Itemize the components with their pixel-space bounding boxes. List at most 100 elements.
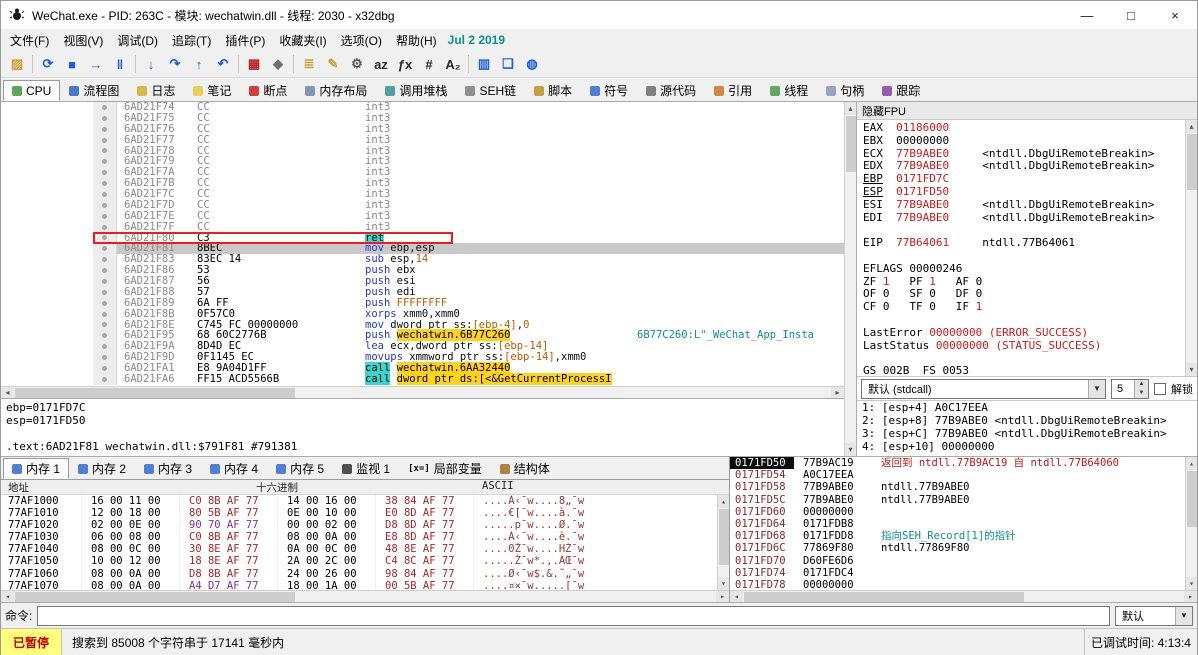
disasm-row[interactable]: 6AD21F7ECCint3: [1, 211, 844, 222]
maximize-button[interactable]: □: [1109, 1, 1153, 29]
menu-item[interactable]: 调试(D): [110, 29, 165, 52]
breakpoint-gutter[interactable]: [93, 374, 117, 385]
disasm-vscrollbar[interactable]: ▴ ▾: [844, 102, 856, 456]
scroll-down-icon[interactable]: ▾: [1186, 577, 1198, 590]
calling-convention-select[interactable]: 默认 (stdcall) ▼: [861, 379, 1106, 399]
scroll-down-icon[interactable]: ▾: [845, 443, 857, 456]
scroll-down-icon[interactable]: ▾: [718, 577, 730, 590]
hide-fpu-button[interactable]: 隐藏FPU: [857, 102, 1197, 120]
stack-row[interactable]: 0171FD5877B9ABE0ntdll.77B9ABE0: [730, 481, 1185, 493]
scroll-left-icon[interactable]: ◂: [1, 387, 14, 399]
register-line[interactable]: GS 002B FS 0053: [863, 365, 1185, 376]
chevron-down-icon[interactable]: ▼: [1175, 607, 1192, 625]
breakpoint-gutter[interactable]: [93, 156, 117, 167]
pause-icon[interactable]: ‖: [108, 53, 132, 75]
scroll-thumb[interactable]: [15, 592, 295, 602]
tab-call-stack[interactable]: 调用堆栈: [376, 80, 456, 101]
tab-handles[interactable]: 句柄: [817, 80, 873, 101]
breakpoint-gutter[interactable]: [93, 167, 117, 178]
breakpoint-gutter[interactable]: [93, 178, 117, 189]
tab-trace[interactable]: 跟踪: [873, 80, 929, 101]
disasm-row[interactable]: 6AD21F77CCint3: [1, 135, 844, 146]
tab-dump-2[interactable]: 内存 2: [69, 458, 135, 479]
register-line[interactable]: EDI 77B9ABE0 <ntdll.DbgUiRemoteBreakin>: [863, 212, 1185, 225]
breakpoint-gutter[interactable]: [93, 233, 117, 244]
spin-down-icon[interactable]: ▼: [1135, 389, 1148, 398]
dump-row[interactable]: 77AF104008 00 0C 0030 8E AF 770A 00 0C 0…: [1, 543, 717, 555]
scroll-thumb[interactable]: [744, 592, 1024, 602]
breakpoint-gutter[interactable]: [93, 211, 117, 222]
breakpoint-gutter[interactable]: [93, 113, 117, 124]
menu-item[interactable]: 视图(V): [56, 29, 110, 52]
disassembly-view[interactable]: 6AD21F74CCint36AD21F75CCint36AD21F76CCin…: [1, 102, 844, 386]
restart-icon[interactable]: ⟳: [36, 53, 60, 75]
tab-symbols[interactable]: 符号: [581, 80, 637, 101]
settings-gear-icon[interactable]: ⚙: [345, 53, 369, 75]
breakpoint-gutter[interactable]: [93, 265, 117, 276]
breakpoint-gutter[interactable]: [93, 102, 117, 113]
tab-notes[interactable]: 笔记: [184, 80, 240, 101]
breakpoint-gutter[interactable]: [93, 287, 117, 298]
stack-row[interactable]: 0171FD740171FDC4: [730, 567, 1185, 579]
dump-row[interactable]: 77AF101012 00 18 0080 5B AF 770E 00 10 0…: [1, 507, 717, 519]
trace-record-icon[interactable]: ◆: [266, 53, 290, 75]
dump-row[interactable]: 77AF105010 00 12 0018 8E AF 772A 00 2C 0…: [1, 555, 717, 567]
step-over-icon[interactable]: ↷: [163, 53, 187, 75]
font-icon[interactable]: A₂: [441, 53, 465, 75]
breakpoint-gutter[interactable]: [93, 146, 117, 157]
dump-row[interactable]: 77AF102002 00 0E 0090 70 AF 7700 00 02 0…: [1, 519, 717, 531]
scroll-thumb[interactable]: [1187, 471, 1197, 527]
breakpoint-gutter[interactable]: [93, 189, 117, 200]
tab-graph[interactable]: 流程图: [60, 80, 128, 101]
scroll-left-icon[interactable]: ◂: [1, 591, 14, 603]
tab-dump-5[interactable]: 内存 5: [267, 458, 333, 479]
tab-source[interactable]: 源代码: [637, 80, 705, 101]
scroll-down-icon[interactable]: ▾: [1186, 363, 1198, 376]
scroll-up-icon[interactable]: ▴: [1186, 457, 1198, 470]
spin-up-icon[interactable]: ▲: [1135, 380, 1148, 389]
scroll-left-icon[interactable]: ◂: [730, 591, 743, 603]
breakpoint-gutter[interactable]: [93, 222, 117, 233]
menu-item[interactable]: 帮助(H): [389, 29, 444, 52]
script-az-icon[interactable]: az: [369, 53, 393, 75]
stack-row[interactable]: 0171FD70D60FE6D6: [730, 555, 1185, 567]
call-arguments-view[interactable]: 1: [esp+4] A0C17EEA2: [esp+8] 77B9ABE0 <…: [857, 400, 1197, 456]
scroll-up-icon[interactable]: ▴: [845, 102, 857, 115]
argument-depth-stepper[interactable]: 5 ▲ ▼: [1111, 379, 1149, 399]
stack-row[interactable]: 0171FD6000000000: [730, 506, 1185, 518]
argument-line[interactable]: 2: [esp+8] 77B9ABE0 <ntdll.DbgUiRemoteBr…: [862, 415, 1197, 428]
step-back-icon[interactable]: ↶: [211, 53, 235, 75]
tab-script[interactable]: 脚本: [525, 80, 581, 101]
dump-row[interactable]: 77AF100016 00 11 00C0 8B AF 7714 00 16 0…: [1, 495, 717, 507]
dump-hscrollbar[interactable]: ◂ ▸: [1, 590, 729, 602]
breakpoint-gutter[interactable]: [93, 243, 117, 254]
scroll-thumb[interactable]: [719, 509, 729, 565]
register-line[interactable]: LastStatus 00000000 (STATUS_SUCCESS): [863, 340, 1185, 353]
stack-row[interactable]: 0171FD5077B9AC19返回到 ntdll.77B9AC19 自 ntd…: [730, 457, 1185, 469]
chevron-down-icon[interactable]: ▼: [1088, 380, 1105, 398]
step-into-icon[interactable]: ↓: [139, 53, 163, 75]
stop-icon[interactable]: ■: [60, 53, 84, 75]
stack-row[interactable]: 0171FD7800000000: [730, 579, 1185, 590]
close-button[interactable]: ×: [1153, 1, 1197, 29]
execute-till-return-icon[interactable]: ↑: [187, 53, 211, 75]
breakpoint-gutter[interactable]: [93, 309, 117, 320]
breakpoint-gutter[interactable]: [93, 320, 117, 331]
tab-breakpoints[interactable]: 断点: [240, 80, 296, 101]
breakpoint-gutter[interactable]: [93, 124, 117, 135]
notes-icon[interactable]: ✎: [321, 53, 345, 75]
window-icon[interactable]: ❏: [496, 53, 520, 75]
menu-item[interactable]: 追踪(T): [165, 29, 218, 52]
dump-row[interactable]: 77AF106008 00 0A 00D8 8B AF 7724 00 26 0…: [1, 568, 717, 580]
search-globe-icon[interactable]: ◍: [520, 53, 544, 75]
argument-line[interactable]: 4: [esp+10] 00000000: [862, 441, 1197, 454]
argument-line[interactable]: 1: [esp+4] A0C17EEA: [862, 402, 1197, 415]
stack-row[interactable]: 0171FD54A0C17EEA: [730, 469, 1185, 481]
breakpoint-gutter[interactable]: [93, 352, 117, 363]
command-profile-select[interactable]: 默认 ▼: [1115, 606, 1193, 626]
disasm-hscrollbar[interactable]: ◂ ▸: [1, 386, 844, 398]
stack-row[interactable]: 0171FD640171FDB8: [730, 518, 1185, 530]
tab-log[interactable]: 日志: [128, 80, 184, 101]
hash-icon[interactable]: #: [417, 53, 441, 75]
registers-view[interactable]: EAX 01186000EBX 00000000ECX 77B9ABE0 <nt…: [857, 120, 1185, 376]
